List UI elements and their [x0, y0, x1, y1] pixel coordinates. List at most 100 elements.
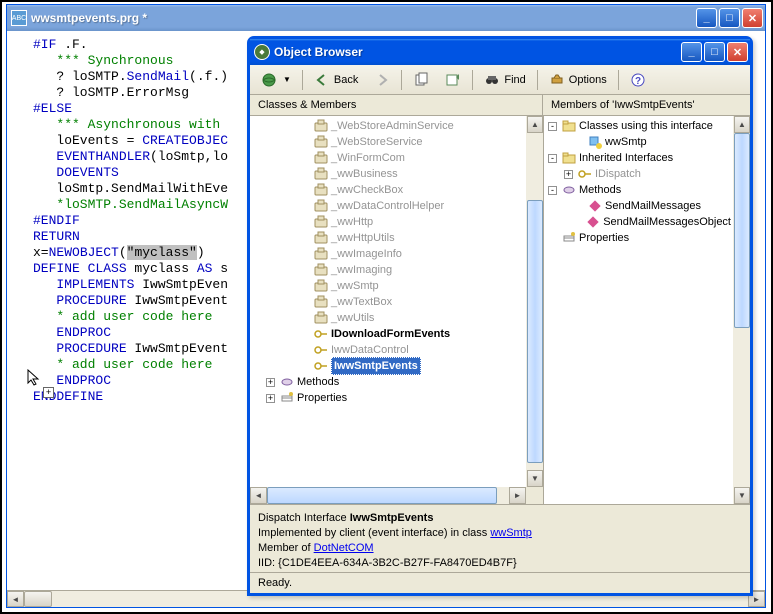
copy-icon [413, 72, 429, 88]
detail-line-3: Member of DotNetCOM [258, 541, 742, 556]
tree-item[interactable]: -Classes using this interface [546, 118, 731, 134]
expand-toggle-icon[interactable]: + [564, 170, 573, 179]
scroll-corner [526, 487, 543, 504]
tree-item[interactable]: Properties [546, 230, 731, 246]
scroll-thumb[interactable] [527, 200, 543, 463]
scroll-down-button[interactable]: ▼ [527, 470, 543, 487]
ob-titlebar[interactable]: ◆ Object Browser _ □ ✕ [250, 39, 750, 65]
close-button[interactable]: ✕ [742, 8, 763, 28]
tree-item[interactable]: _wwHttp [252, 214, 524, 230]
editor-titlebar[interactable]: ABC wwsmtpevents.prg * _ □ ✕ [7, 5, 765, 31]
scroll-left-button[interactable]: ◄ [250, 487, 267, 504]
prop-icon [280, 391, 294, 405]
ob-close-button[interactable]: ✕ [727, 42, 748, 62]
detail-pane: Dispatch Interface IwwSmtpEvents Impleme… [250, 505, 750, 573]
minimize-button[interactable]: _ [696, 8, 717, 28]
tree-item[interactable]: - Methods [546, 182, 731, 198]
iface-icon [314, 343, 328, 357]
help-icon: ? [630, 72, 646, 88]
tree-item[interactable]: _wwCheckBox [252, 182, 524, 198]
ob-panes: _WebStoreAdminService_WebStoreService_Wi… [250, 116, 750, 505]
tree-item[interactable]: _WebStoreService [252, 134, 524, 150]
left-vscroll[interactable]: ▲ ▼ [526, 116, 543, 487]
back-button[interactable]: Back [307, 69, 365, 91]
left-pane-header: Classes & Members [250, 95, 543, 115]
scroll-thumb[interactable] [24, 591, 52, 607]
members-tree[interactable]: -Classes using this interfacewwSmtp - Inhe… [544, 116, 733, 504]
scroll-right-button[interactable]: ► [509, 487, 526, 504]
meth-icon [588, 199, 602, 213]
expand-toggle-icon[interactable]: + [266, 378, 275, 387]
scroll-left-button[interactable]: ◄ [7, 591, 24, 607]
class-icon [314, 295, 328, 309]
scroll-thumb[interactable] [267, 487, 497, 504]
iface-icon [314, 359, 328, 373]
object-browser-window: ◆ Object Browser _ □ ✕ ▼ Back Find [247, 36, 753, 596]
toolbar-sep [472, 70, 473, 90]
find-button[interactable]: Find [477, 69, 532, 91]
svg-text:?: ? [635, 76, 641, 87]
tree-item[interactable]: _wwHttpUtils [252, 230, 524, 246]
scroll-down-button[interactable]: ▼ [734, 487, 750, 504]
tree-item[interactable]: _WebStoreAdminService [252, 118, 524, 134]
tree-item-label: _wwImaging [331, 262, 392, 278]
scroll-track[interactable] [734, 133, 750, 487]
tree-item[interactable]: IDownloadFormEvents [252, 326, 524, 342]
forward-button[interactable] [367, 69, 397, 91]
expand-toggle-icon[interactable]: - [548, 154, 557, 163]
expand-toggle-icon[interactable]: - [548, 186, 557, 195]
tree-item[interactable]: _wwTextBox [252, 294, 524, 310]
tree-item[interactable]: SendMailMessages [546, 198, 731, 214]
tree-item-label: Inherited Interfaces [579, 150, 673, 166]
tree-item[interactable]: +Properties [252, 390, 524, 406]
options-button[interactable]: Options [542, 69, 614, 91]
right-vscroll[interactable]: ▲ ▼ [733, 116, 750, 504]
tree-item[interactable]: _WinFormCom [252, 150, 524, 166]
tree-item[interactable]: IwwDataControl [252, 342, 524, 358]
open-button[interactable]: ▼ [254, 69, 298, 91]
tree-item[interactable]: _wwDataControlHelper [252, 198, 524, 214]
maximize-button[interactable]: □ [719, 8, 740, 28]
ob-minimize-button[interactable]: _ [681, 42, 702, 62]
tree-item[interactable]: + IDispatch [546, 166, 731, 182]
tree-item[interactable]: _wwBusiness [252, 166, 524, 182]
tree-item[interactable]: _wwImaging [252, 262, 524, 278]
help-button[interactable]: ? [623, 69, 653, 91]
tree-item[interactable]: SendMailMessagesObject [546, 214, 731, 230]
tree-item[interactable]: wwSmtp [546, 134, 731, 150]
refresh-button[interactable] [438, 69, 468, 91]
expand-toggle-icon[interactable]: - [548, 122, 557, 131]
scroll-up-button[interactable]: ▲ [527, 116, 543, 133]
prop-icon [562, 231, 576, 245]
class-icon [314, 183, 328, 197]
classes-tree[interactable]: _WebStoreAdminService_WebStoreService_Wi… [250, 116, 526, 487]
right-pane: -Classes using this interfacewwSmtp - Inhe… [544, 116, 750, 504]
tree-item[interactable]: _wwUtils [252, 310, 524, 326]
code-fold-icon[interactable]: + [43, 387, 54, 398]
tree-item[interactable]: - Inherited Interfaces [546, 150, 731, 166]
left-hscroll[interactable]: ◄ ► [250, 487, 543, 504]
scroll-thumb[interactable] [734, 133, 750, 328]
tree-item-label: Methods [579, 182, 621, 198]
detail-line-4: IID: {C1DE4EEA-634A-3B2C-B27F-FA8470ED4B… [258, 556, 742, 571]
detail-class-link[interactable]: wwSmtp [490, 527, 532, 539]
scroll-up-button[interactable]: ▲ [734, 116, 750, 133]
scroll-track[interactable] [527, 133, 543, 470]
tree-item-label: IwwDataControl [331, 342, 409, 358]
ob-maximize-button[interactable]: □ [704, 42, 725, 62]
detail-member-link[interactable]: DotNetCOM [314, 542, 374, 554]
method-icon [562, 183, 576, 197]
tree-item-label: Methods [297, 374, 339, 390]
expand-toggle-icon[interactable]: + [266, 394, 275, 403]
copy-button[interactable] [406, 69, 436, 91]
scroll-track[interactable] [267, 487, 509, 504]
tree-item-label: _wwDataControlHelper [331, 198, 444, 214]
tree-item[interactable]: _wwImageInfo [252, 246, 524, 262]
ob-toolbar: ▼ Back Find Options ? [250, 65, 750, 95]
tree-item[interactable]: IwwSmtpEvents [252, 358, 524, 374]
tree-item[interactable]: + Methods [252, 374, 524, 390]
tree-item[interactable]: _wwSmtp [252, 278, 524, 294]
class-icon [314, 231, 328, 245]
method-icon [280, 375, 294, 389]
tree-item-label: IDispatch [595, 166, 641, 182]
